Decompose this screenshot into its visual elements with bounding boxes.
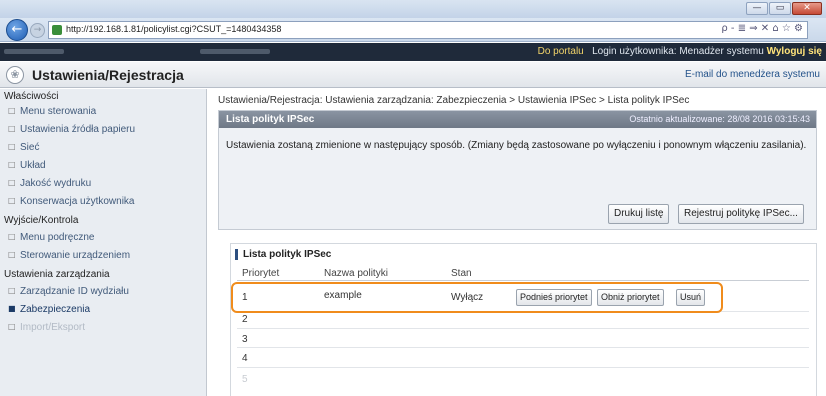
logout-link[interactable]: Wyloguj się bbox=[767, 46, 822, 57]
login-info: Login użytkownika: Menadżer systemu bbox=[592, 46, 764, 57]
window-controls: — ▭ ✕ bbox=[746, 2, 822, 15]
sidebar-item-layout[interactable]: Układ bbox=[8, 160, 45, 171]
sidebar-group-properties: Właściwości bbox=[4, 91, 59, 102]
favicon-icon bbox=[52, 25, 62, 35]
forward-arrow-icon[interactable]: → bbox=[30, 23, 45, 38]
policy-list: Lista polityk IPSec Priorytet Nazwa poli… bbox=[230, 243, 817, 396]
sidebar-item-quick-menu[interactable]: Menu podręczne bbox=[8, 232, 94, 243]
mail-admin-link[interactable]: E-mail do menedżera systemu bbox=[685, 69, 820, 80]
header-links: Do portalu Login użytkownika: Menadżer s… bbox=[538, 46, 822, 57]
panel-header: Lista polityk IPSec Ostatnio aktualizowa… bbox=[219, 111, 816, 128]
browser-navbar: ← → http://192.168.1.81/policylist.cgi?C… bbox=[0, 18, 826, 42]
sidebar-item-import-export[interactable]: Import/Eksport bbox=[8, 322, 85, 333]
portal-link[interactable]: Do portalu bbox=[538, 46, 584, 57]
register-policy-button[interactable]: Rejestruj politykę IPSec... bbox=[678, 204, 804, 224]
last-updated: Ostatnio aktualizowane: 28/08 2016 03:15… bbox=[629, 114, 810, 124]
column-header-policy-name: Nazwa polityki bbox=[324, 268, 388, 279]
close-window-button[interactable]: ✕ bbox=[792, 2, 822, 15]
column-header-priority: Priorytet bbox=[242, 268, 280, 279]
sidebar-item-device-control[interactable]: Sterowanie urządzeniem bbox=[8, 250, 130, 261]
address-bar[interactable]: http://192.168.1.81/policylist.cgi?CSUT_… bbox=[48, 21, 808, 39]
row-divider bbox=[237, 367, 809, 368]
back-arrow-icon[interactable]: ← bbox=[6, 19, 28, 41]
sidebar-item-department-id[interactable]: Zarządzanie ID wydziału bbox=[8, 286, 129, 297]
sidebar-item-paper-source[interactable]: Ustawienia źródła papieru bbox=[8, 124, 135, 135]
page-title: Ustawienia/Rejestracja bbox=[32, 67, 184, 83]
settings-flower-icon: ❀ bbox=[6, 66, 24, 84]
page-title-bar: ❀ Ustawienia/Rejestracja E-mail do mened… bbox=[0, 62, 826, 88]
row-divider bbox=[237, 328, 809, 329]
remote-ui-header: Do portalu Login użytkownika: Menadżer s… bbox=[0, 43, 826, 61]
address-toolbar-icons[interactable]: ρ - ≣ ⇒ ✕ ⌂ ☆ ⚙ bbox=[721, 23, 803, 34]
address-url[interactable]: http://192.168.1.81/policylist.cgi?CSUT_… bbox=[66, 24, 281, 34]
sidebar-item-print-quality[interactable]: Jakość wydruku bbox=[8, 178, 91, 189]
panel-message: Ustawienia zostaną zmienione w następują… bbox=[226, 140, 807, 151]
device-name-blurred bbox=[4, 49, 64, 54]
sidebar-group-output: Wyjście/Kontrola bbox=[4, 215, 79, 226]
row-priority: 3 bbox=[242, 334, 248, 345]
header-rule bbox=[237, 280, 809, 281]
panel-title: Lista polityk IPSec bbox=[226, 114, 315, 125]
sidebar: Właściwości Menu sterowania Ustawienia ź… bbox=[0, 89, 207, 396]
device-info-blurred bbox=[200, 49, 270, 54]
row-priority: 5 bbox=[242, 374, 248, 385]
policy-list-title: Lista polityk IPSec bbox=[235, 249, 331, 260]
sidebar-group-management: Ustawienia zarządzania bbox=[4, 269, 110, 280]
row-highlight-frame bbox=[231, 282, 723, 313]
sidebar-item-network[interactable]: Sieć bbox=[8, 142, 40, 153]
print-list-button[interactable]: Drukuj listę bbox=[608, 204, 670, 224]
column-header-state: Stan bbox=[451, 268, 472, 279]
policy-list-panel: Lista polityk IPSec Ostatnio aktualizowa… bbox=[218, 110, 817, 230]
row-priority: 2 bbox=[242, 314, 248, 325]
breadcrumb: Ustawienia/Rejestracja: Ustawienia zarzą… bbox=[218, 95, 690, 106]
sidebar-item-user-maintenance[interactable]: Konserwacja użytkownika bbox=[8, 196, 134, 207]
minimize-button[interactable]: — bbox=[746, 2, 768, 15]
sidebar-item-security[interactable]: Zabezpieczenia bbox=[8, 304, 90, 315]
row-divider bbox=[237, 347, 809, 348]
sidebar-item-control-menu[interactable]: Menu sterowania bbox=[8, 106, 96, 117]
row-priority: 4 bbox=[242, 353, 248, 364]
maximize-button[interactable]: ▭ bbox=[769, 2, 791, 15]
window-titlebar: — ▭ ✕ bbox=[0, 0, 826, 18]
